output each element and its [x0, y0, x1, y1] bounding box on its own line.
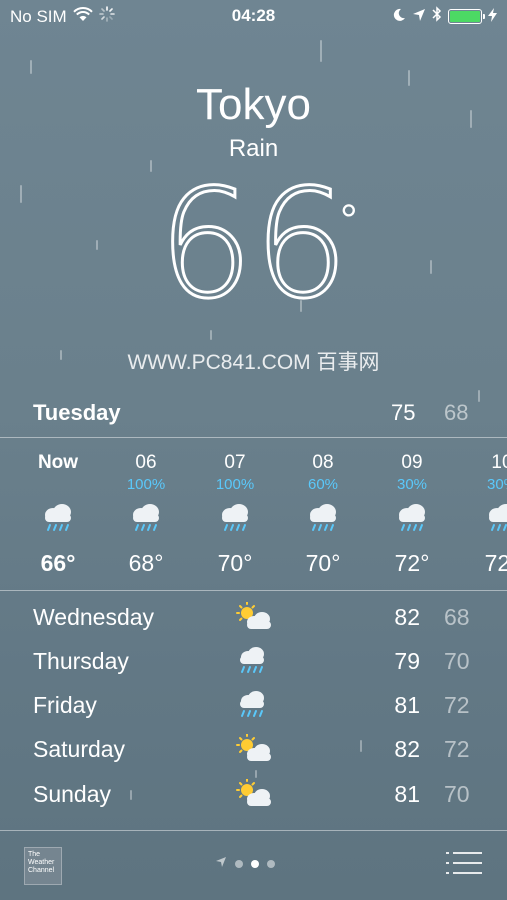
day-low: 68 [444, 604, 470, 630]
battery-icon [448, 9, 485, 24]
hour-item: 08 60% 70° [283, 440, 363, 577]
page-dot-active [251, 860, 259, 868]
rain-cloud-icon [106, 502, 186, 542]
hour-temp: 66° [40, 550, 76, 576]
hour-time: Now [37, 452, 79, 473]
location-arrow-icon [412, 7, 426, 27]
rain-cloud-icon [234, 646, 274, 682]
city-list-button[interactable] [446, 850, 482, 881]
rain-cloud-icon [18, 502, 98, 542]
hour-item: Now 66° [18, 440, 98, 577]
hour-precip: 100% [215, 476, 255, 493]
current-temperature: 66 [157, 158, 351, 332]
day-name: Saturday [33, 736, 126, 762]
daily-row: Saturday 82 72 [0, 730, 507, 774]
day-high: 79 [394, 648, 420, 674]
hour-precip: 100% [126, 476, 166, 493]
day-low: 70 [444, 781, 470, 807]
day-high: 81 [394, 781, 420, 807]
hour-time: 07 [224, 452, 246, 473]
hour-time: 10 [491, 452, 507, 473]
hour-time: 06 [135, 452, 157, 473]
hour-item: 07 100% 70° [195, 440, 275, 577]
rain-cloud-icon [234, 690, 274, 726]
today-summary: Tuesday 75 68 [0, 400, 507, 432]
list-icon [446, 852, 482, 880]
daily-row: Sunday 81 70 [0, 775, 507, 819]
day-high: 82 [394, 604, 420, 630]
location-arrow-icon [215, 855, 227, 873]
partly-sunny-icon [234, 778, 274, 815]
today-day: Tuesday [33, 400, 121, 425]
hour-precip: 30% [396, 476, 428, 493]
day-low: 70 [444, 648, 470, 674]
watermark-text: WWW.PC841.COM 百事网 [127, 351, 380, 374]
hour-precip [18, 476, 98, 498]
page-dot [267, 860, 275, 868]
hour-time: 08 [312, 452, 334, 473]
page-indicator[interactable] [215, 855, 275, 873]
day-name: Wednesday [33, 604, 155, 630]
hour-temp: 72° [394, 550, 430, 576]
hour-item: 09 30% 72° [372, 440, 452, 577]
hour-item: 06 100% 68° [106, 440, 186, 577]
hour-temp: 68° [128, 550, 164, 576]
hour-temp: 72° [484, 550, 507, 576]
status-bar: No SIM 04:28 [0, 0, 507, 32]
partly-sunny-icon [234, 733, 274, 770]
rain-cloud-icon [462, 502, 507, 542]
day-name: Friday [33, 692, 97, 718]
partly-sunny-icon [234, 601, 274, 638]
bottom-toolbar: The Weather Channel [0, 830, 507, 900]
rain-cloud-icon [372, 502, 452, 542]
day-high: 82 [394, 736, 420, 762]
moon-icon [392, 7, 406, 27]
daily-row: Wednesday 82 68 [0, 598, 507, 642]
divider [0, 590, 507, 591]
weather-channel-logo[interactable]: The Weather Channel [24, 847, 62, 885]
city-name: Tokyo [196, 80, 311, 129]
hour-temp: 70° [217, 550, 253, 576]
hour-temp: 70° [305, 550, 341, 576]
day-name: Sunday [33, 781, 112, 807]
degree-symbol: ° [340, 196, 358, 245]
today-high: 75 [391, 400, 416, 425]
charging-bolt-icon [488, 7, 497, 27]
daily-row: Friday 81 72 [0, 686, 507, 730]
bluetooth-icon [432, 6, 442, 27]
rain-cloud-icon [195, 502, 275, 542]
day-high: 81 [394, 692, 420, 718]
hour-time: 09 [401, 452, 423, 473]
page-dot [235, 860, 243, 868]
divider [0, 437, 507, 438]
day-low: 72 [444, 736, 470, 762]
hourly-forecast[interactable]: Now 66° 06 100% 68° 07 100% 70° 08 60% 7… [0, 440, 507, 588]
hour-precip: 60% [307, 476, 339, 493]
day-low: 72 [444, 692, 470, 718]
hour-item: 10 30% 72° [462, 440, 507, 577]
day-name: Thursday [33, 648, 129, 674]
today-low: 68 [444, 400, 469, 425]
rain-cloud-icon [283, 502, 363, 542]
hour-precip: 30% [486, 476, 507, 493]
daily-row: Thursday 79 70 [0, 642, 507, 686]
